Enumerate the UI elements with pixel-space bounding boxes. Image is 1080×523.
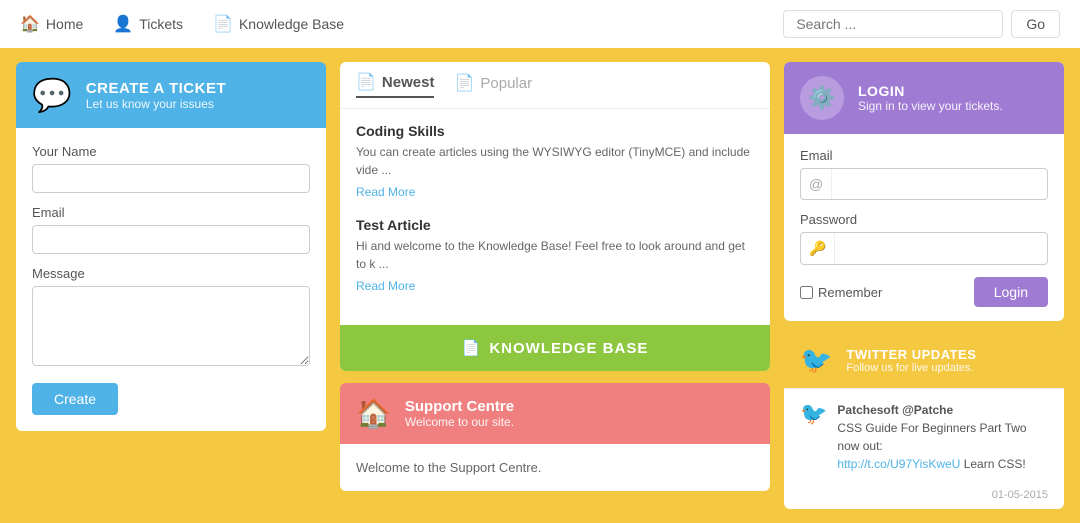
- login-card: ⚙️ LOGIN Sign in to view your tickets. E…: [784, 62, 1064, 321]
- search-area: Go: [783, 10, 1060, 38]
- email-input-wrap: @: [800, 168, 1048, 200]
- create-button[interactable]: Create: [32, 383, 118, 415]
- create-ticket-text: CREATE A TICKET Let us know your issues: [86, 80, 226, 111]
- read-more-2[interactable]: Read More: [356, 279, 415, 293]
- home-icon: 🏠: [20, 14, 40, 34]
- ticket-icon: 👤: [113, 14, 133, 34]
- kb-green-button[interactable]: 📄 KNOWLEDGE BASE: [340, 325, 770, 371]
- article-item: Coding Skills You can create articles us…: [356, 123, 754, 201]
- twitter-sub: Follow us for live updates.: [846, 362, 976, 374]
- search-input[interactable]: [783, 10, 1003, 38]
- article-title-1: Coding Skills: [356, 123, 754, 139]
- tweet-text: Patchesoft @Patche CSS Guide For Beginne…: [837, 401, 1048, 473]
- login-header: ⚙️ LOGIN Sign in to view your tickets.: [784, 62, 1064, 134]
- articles-body: Coding Skills You can create articles us…: [340, 109, 770, 325]
- support-card: 🏠 Support Centre Welcome to our site. We…: [340, 383, 770, 491]
- article-item-2: Test Article Hi and welcome to the Knowl…: [356, 217, 754, 295]
- twitter-card: 🐦 TWITTER UPDATES Follow us for live upd…: [784, 333, 1064, 509]
- login-sub: Sign in to view your tickets.: [858, 99, 1003, 113]
- middle-column: 📄 Newest 📄 Popular Coding Skills You can…: [340, 62, 770, 509]
- message-input[interactable]: [32, 286, 310, 366]
- at-icon: @: [801, 169, 832, 199]
- navbar: 🏠 Home 👤 Tickets 📄 Knowledge Base Go: [0, 0, 1080, 48]
- tab-popular[interactable]: 📄 Popular: [454, 73, 532, 97]
- tab-popular-label: Popular: [480, 75, 532, 92]
- chat-icon: 💬: [32, 76, 72, 114]
- twitter-bird-icon: 🐦: [800, 345, 832, 376]
- article-excerpt-2: Hi and welcome to the Knowledge Base! Fe…: [356, 237, 754, 273]
- login-email-label: Email: [800, 148, 1048, 163]
- tweet-date: 01-05-2015: [784, 485, 1064, 509]
- support-title: Support Centre: [405, 398, 514, 415]
- tweet-bird-icon: 🐦: [800, 401, 827, 473]
- left-column: 💬 CREATE A TICKET Let us know your issue…: [16, 62, 326, 509]
- login-email-input[interactable]: [832, 171, 1047, 198]
- create-ticket-title: CREATE A TICKET: [86, 80, 226, 97]
- tab-newest[interactable]: 📄 Newest: [356, 72, 434, 98]
- support-body: Welcome to the Support Centre.: [340, 444, 770, 491]
- ticket-form: Your Name Email Message Create: [16, 128, 326, 431]
- nav-kb-label: Knowledge Base: [239, 16, 344, 32]
- remember-checkbox[interactable]: [800, 286, 813, 299]
- twitter-title: TWITTER UPDATES: [846, 347, 976, 362]
- support-sub: Welcome to our site.: [405, 415, 514, 429]
- gear-icon-wrap: ⚙️: [800, 76, 844, 120]
- support-header-text: Support Centre Welcome to our site.: [405, 398, 514, 429]
- tab-newest-label: Newest: [382, 74, 435, 91]
- nav-tickets[interactable]: 👤 Tickets: [113, 14, 183, 34]
- kb-btn-icon: 📄: [462, 339, 482, 357]
- password-input-wrap: 🔑: [800, 232, 1048, 265]
- name-label: Your Name: [32, 144, 310, 159]
- tweet-row: 🐦 Patchesoft @Patche CSS Guide For Begin…: [784, 388, 1064, 485]
- read-more-1[interactable]: Read More: [356, 185, 415, 199]
- kb-icon: 📄: [213, 14, 233, 34]
- twitter-header: 🐦 TWITTER UPDATES Follow us for live upd…: [784, 333, 1064, 388]
- article-excerpt-1: You can create articles using the WYSIWY…: [356, 143, 754, 179]
- login-title: LOGIN: [858, 83, 1003, 99]
- popular-icon: 📄: [454, 73, 474, 93]
- newest-icon: 📄: [356, 72, 376, 92]
- house-icon: 🏠: [356, 397, 391, 430]
- nav-kb[interactable]: 📄 Knowledge Base: [213, 14, 344, 34]
- remember-label: Remember: [800, 285, 882, 300]
- twitter-header-text: TWITTER UPDATES Follow us for live updat…: [846, 347, 976, 374]
- right-column: ⚙️ LOGIN Sign in to view your tickets. E…: [784, 62, 1064, 509]
- login-button[interactable]: Login: [974, 277, 1048, 307]
- tweet-link[interactable]: http://t.co/U97YisKweU: [837, 457, 960, 471]
- lock-icon: 🔑: [801, 233, 835, 264]
- email-input[interactable]: [32, 225, 310, 254]
- kb-btn-label: KNOWLEDGE BASE: [489, 340, 648, 357]
- tabs-row: 📄 Newest 📄 Popular: [340, 62, 770, 109]
- name-input[interactable]: [32, 164, 310, 193]
- gear-icon: ⚙️: [808, 85, 835, 111]
- tweet-user: Patchesoft @Patche: [837, 403, 953, 417]
- message-label: Message: [32, 266, 310, 281]
- create-ticket-sub: Let us know your issues: [86, 97, 226, 111]
- kb-card: 📄 Newest 📄 Popular Coding Skills You can…: [340, 62, 770, 371]
- email-label: Email: [32, 205, 310, 220]
- login-body: Email @ Password 🔑 Remember Login: [784, 134, 1064, 321]
- login-header-text: LOGIN Sign in to view your tickets.: [858, 83, 1003, 113]
- login-password-input[interactable]: [835, 235, 1047, 262]
- nav-home[interactable]: 🏠 Home: [20, 14, 83, 34]
- remember-row: Remember Login: [800, 277, 1048, 307]
- login-password-label: Password: [800, 212, 1048, 227]
- support-header: 🏠 Support Centre Welcome to our site.: [340, 383, 770, 444]
- nav-tickets-label: Tickets: [139, 16, 183, 32]
- create-ticket-header: 💬 CREATE A TICKET Let us know your issue…: [16, 62, 326, 128]
- main-content: 💬 CREATE A TICKET Let us know your issue…: [0, 48, 1080, 523]
- article-title-2: Test Article: [356, 217, 754, 233]
- nav-home-label: Home: [46, 16, 83, 32]
- search-button[interactable]: Go: [1011, 10, 1060, 38]
